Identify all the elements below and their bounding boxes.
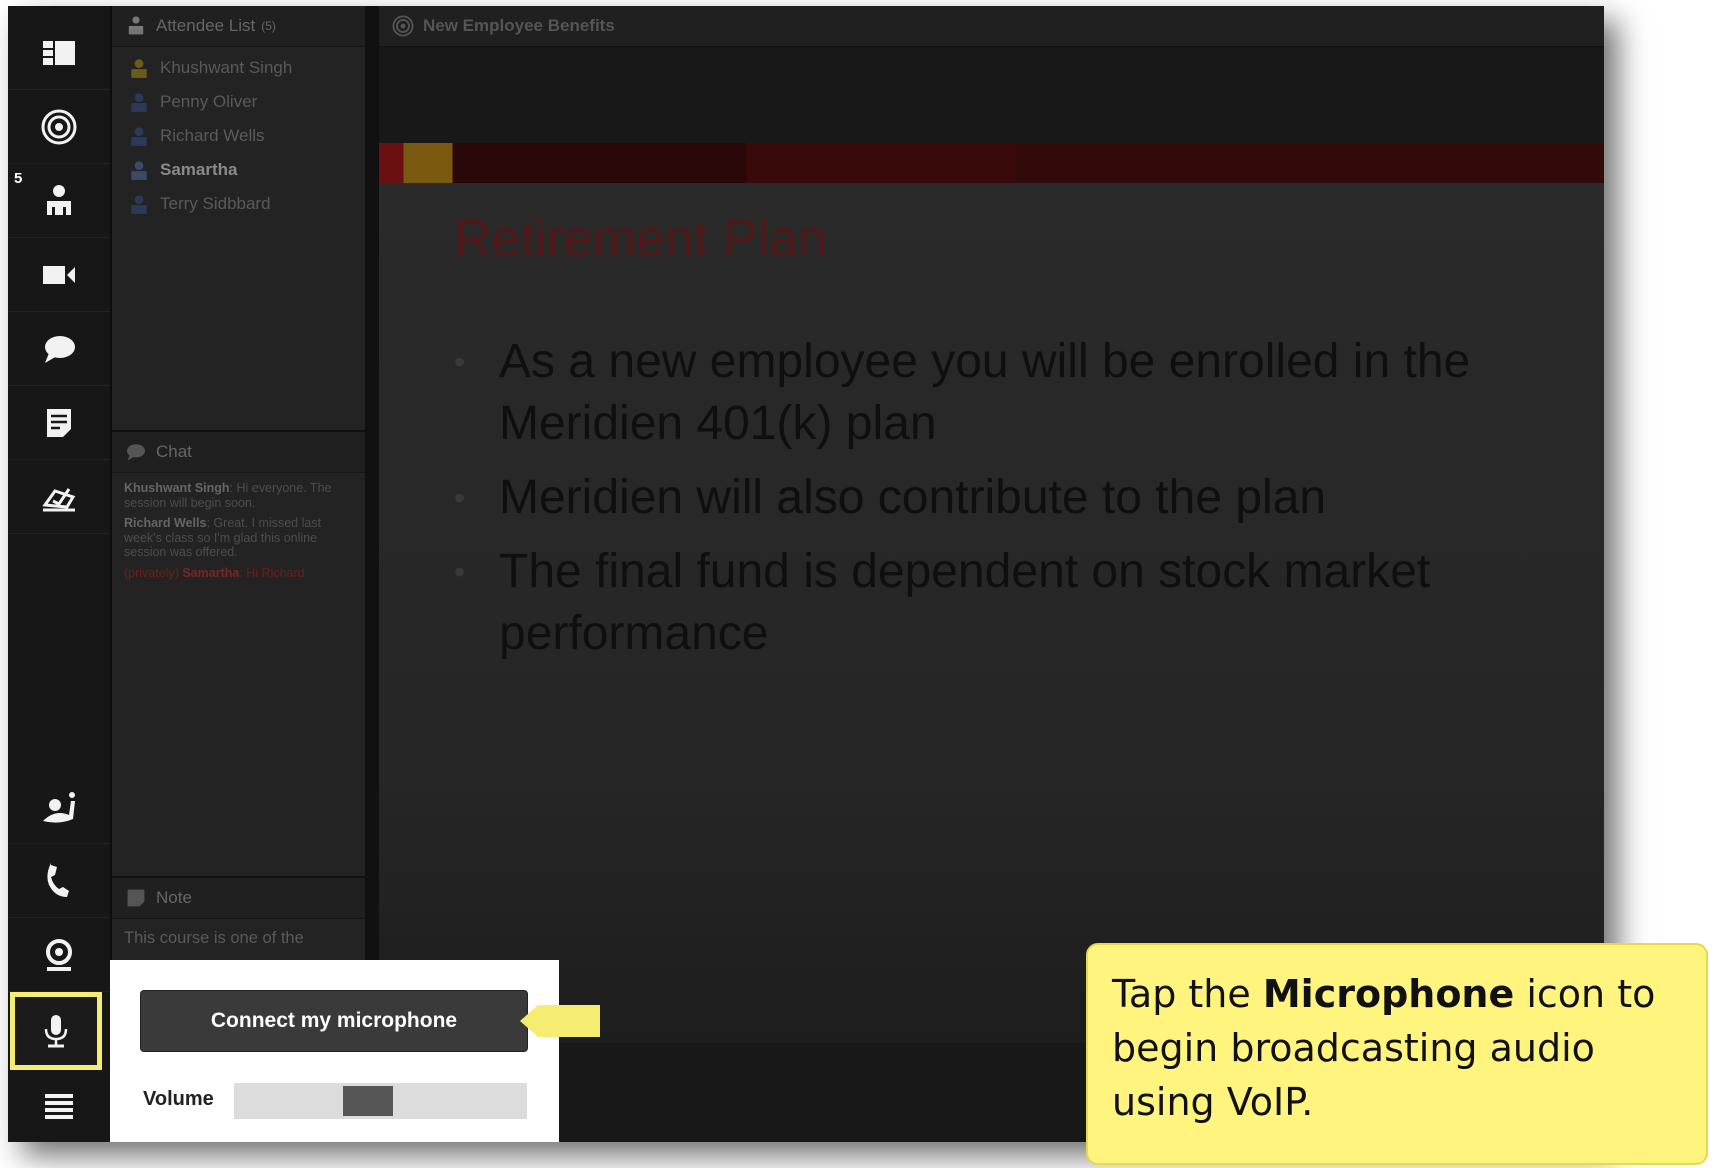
tooltip-text-pre: Tap the: [1112, 972, 1263, 1016]
note-header: Note: [112, 878, 365, 919]
chat-header: Chat: [112, 432, 365, 473]
chat-bubble-icon: [45, 335, 75, 363]
share-pod-title: New Employee Benefits: [423, 16, 615, 35]
notes-button[interactable]: [8, 386, 110, 460]
chat-private-prefix: (privately): [124, 565, 183, 580]
microphone-icon: [44, 1014, 68, 1047]
volume-slider[interactable]: [234, 1083, 527, 1119]
attendee-item[interactable]: Richard Wells: [112, 119, 365, 153]
presenter-user-icon: [131, 161, 147, 180]
attendee-list-title: Attendee List: [156, 16, 256, 35]
attendee-name: Khushwant Singh: [160, 58, 293, 77]
menu-button[interactable]: [8, 1070, 110, 1142]
video-button[interactable]: [8, 238, 110, 312]
chat-message: Richard Wells: Great. I missed last week…: [124, 516, 353, 560]
attendee-name: Richard Wells: [160, 126, 265, 145]
attendee-item[interactable]: Terry Sidbbard: [112, 187, 365, 221]
microphone-popup: Connect my microphone Volume: [110, 960, 559, 1142]
phone-icon: [47, 862, 69, 897]
slide-bullet: The final fund is dependent on stock mar…: [454, 541, 1554, 665]
video-camera-icon: [43, 265, 75, 284]
layout-button[interactable]: [8, 16, 110, 90]
chat-bubble-icon: [127, 444, 145, 461]
attendees-button[interactable]: 5: [8, 164, 110, 238]
attendee-name: Penny Oliver: [160, 92, 258, 111]
slide-bullets: As a new employee you will be enrolled i…: [454, 331, 1554, 677]
slide-title: Retirement Plan: [454, 210, 827, 268]
user-icon: [131, 195, 147, 214]
attendee-item[interactable]: Penny Oliver: [112, 85, 365, 119]
slide-header-bar: [379, 143, 1604, 183]
chat-sender: Richard Wells: [124, 516, 207, 530]
connect-microphone-button[interactable]: Connect my microphone: [140, 990, 528, 1052]
chat-pod: Chat Khushwant Singh: Hi everyone. The s…: [112, 430, 365, 878]
target-icon: [41, 109, 77, 144]
chat-sender: Samartha: [182, 565, 240, 580]
chat-button[interactable]: [8, 312, 110, 386]
attendee-count-badge: 5: [14, 170, 23, 187]
attendee-item[interactable]: Khushwant Singh: [112, 51, 365, 85]
menu-icon: [45, 1093, 73, 1119]
slide-bullet: Meridien will also contribute to the pla…: [454, 467, 1554, 529]
share-pod-header: New Employee Benefits: [379, 6, 1604, 47]
microphone-button[interactable]: [10, 992, 102, 1070]
raise-hand-button[interactable]: [8, 770, 110, 844]
whiteboard-button[interactable]: [8, 460, 110, 534]
attendee-icon: [128, 16, 144, 35]
host-user-icon: [131, 59, 147, 78]
presentation-slide: Retirement Plan As a new employee you wi…: [379, 143, 1604, 1043]
note-icon: [127, 889, 145, 907]
attendee-item[interactable]: Samartha: [112, 153, 365, 187]
person-icon: [47, 184, 71, 215]
chat-message-private: (privately) Samartha: Hi Richard: [124, 566, 353, 581]
chat-title: Chat: [156, 442, 192, 461]
attendee-name: Terry Sidbbard: [160, 194, 271, 213]
attendee-name: Samartha: [160, 160, 238, 179]
status-person-icon: [43, 791, 75, 823]
note-text: This course is one of the: [124, 929, 304, 947]
note-title: Note: [156, 888, 192, 907]
webcam-icon: [46, 938, 72, 971]
slide-bullet: As a new employee you will be enrolled i…: [454, 331, 1554, 455]
user-icon: [131, 127, 147, 146]
chat-message: Khushwant Singh: Hi everyone. The sessio…: [124, 481, 353, 510]
phone-button[interactable]: [8, 844, 110, 918]
attendee-count: (5): [261, 19, 276, 33]
pencil-board-icon: [42, 487, 76, 511]
volume-label: Volume: [143, 1088, 214, 1110]
tooltip-text-bold: Microphone: [1262, 972, 1515, 1016]
note-icon: [47, 408, 71, 437]
user-icon: [131, 93, 147, 112]
instruction-tooltip: Tap the Microphone icon to begin broadca…: [1086, 943, 1708, 1165]
chat-text: : Hi Richard: [239, 565, 305, 580]
target-icon: [392, 15, 414, 37]
attendee-list-header: Attendee List (5): [112, 6, 365, 47]
callout-arrow-icon: [520, 1005, 600, 1037]
chat-messages: Khushwant Singh: Hi everyone. The sessio…: [112, 473, 365, 594]
left-toolbar: 5: [8, 6, 112, 1142]
webcam-button[interactable]: [8, 918, 110, 992]
volume-slider-thumb[interactable]: [343, 1086, 393, 1116]
layout-icon: [43, 40, 75, 65]
share-button[interactable]: [8, 90, 110, 164]
attendee-list: Khushwant Singh Penny Oliver Richard Wel…: [112, 47, 365, 221]
chat-sender: Khushwant Singh: [124, 481, 230, 495]
